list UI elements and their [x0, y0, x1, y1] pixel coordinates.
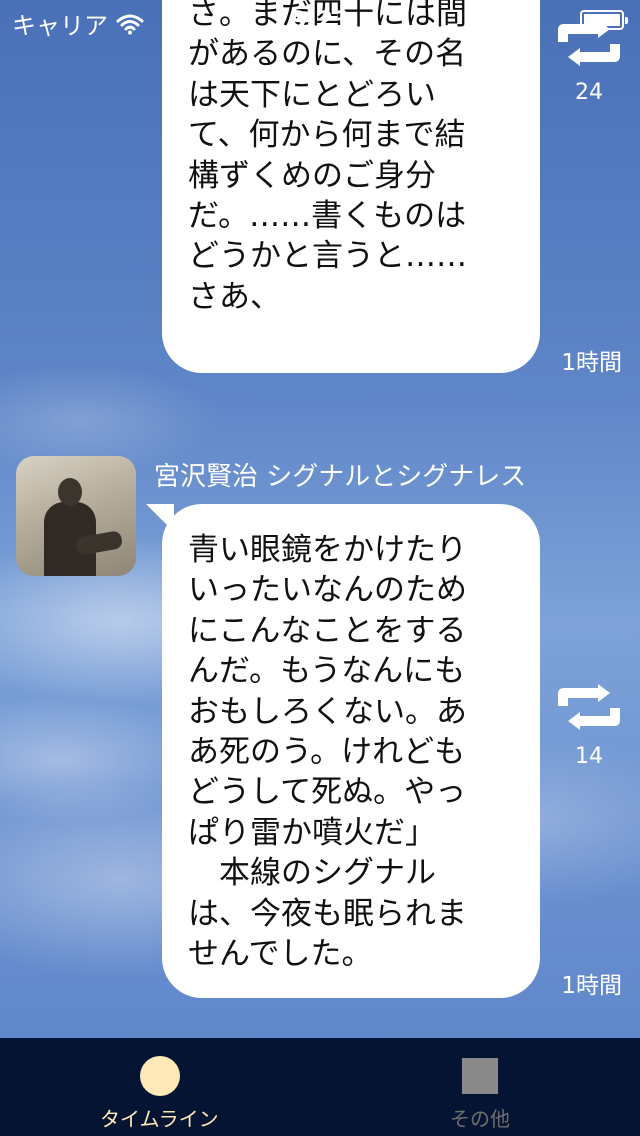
tab-label: タイムライン — [100, 1107, 219, 1131]
status-time: 9:23 — [290, 6, 350, 34]
author-name: 宮沢賢治 シグナルとシグナレス — [154, 462, 527, 492]
retweet-icon — [558, 684, 620, 730]
timeline[interactable]: さ。まだ四十には間 があるのに、その名 は天下にとどろい て、何から何まで結 構… — [0, 0, 640, 1038]
retweet-count: 24 — [575, 80, 603, 105]
timeline-post[interactable]: 宮沢賢治 シグナルとシグナレス 青い眼鏡をかけたり いったいなんのため にこんな… — [0, 452, 640, 1000]
tab-bar: タイムライン その他 — [0, 1038, 640, 1136]
tab-timeline[interactable]: タイムライン — [0, 1038, 320, 1136]
post-timestamp: 1時間 — [561, 350, 622, 376]
post-timestamp: 1時間 — [561, 973, 622, 999]
message-bubble[interactable]: さ。まだ四十には間 があるのに、その名 は天下にとどろい て、何から何まで結 構… — [162, 0, 540, 373]
other-tab-icon — [462, 1058, 498, 1094]
timeline-post[interactable]: さ。まだ四十には間 があるのに、その名 は天下にとどろい て、何から何まで結 構… — [0, 0, 640, 376]
timeline-tab-icon — [140, 1056, 180, 1096]
message-text: さ。まだ四十には間 があるのに、その名 は天下にとどろい て、何から何まで結 構… — [188, 0, 467, 315]
battery-icon — [580, 10, 628, 30]
message-bubble[interactable]: 青い眼鏡をかけたり いったいなんのため にこんなことをする んだ。もうなんにも … — [162, 504, 540, 998]
retweet-button[interactable]: 14 — [552, 684, 626, 769]
status-bar: キャリア 9:23 — [0, 0, 640, 40]
message-text: 青い眼鏡をかけたり いったいなんのため にこんなことをする んだ。もうなんにも … — [188, 532, 467, 973]
avatar[interactable] — [16, 456, 136, 576]
retweet-count: 14 — [575, 744, 603, 769]
tab-other[interactable]: その他 — [320, 1038, 640, 1136]
tab-label: その他 — [450, 1107, 510, 1131]
